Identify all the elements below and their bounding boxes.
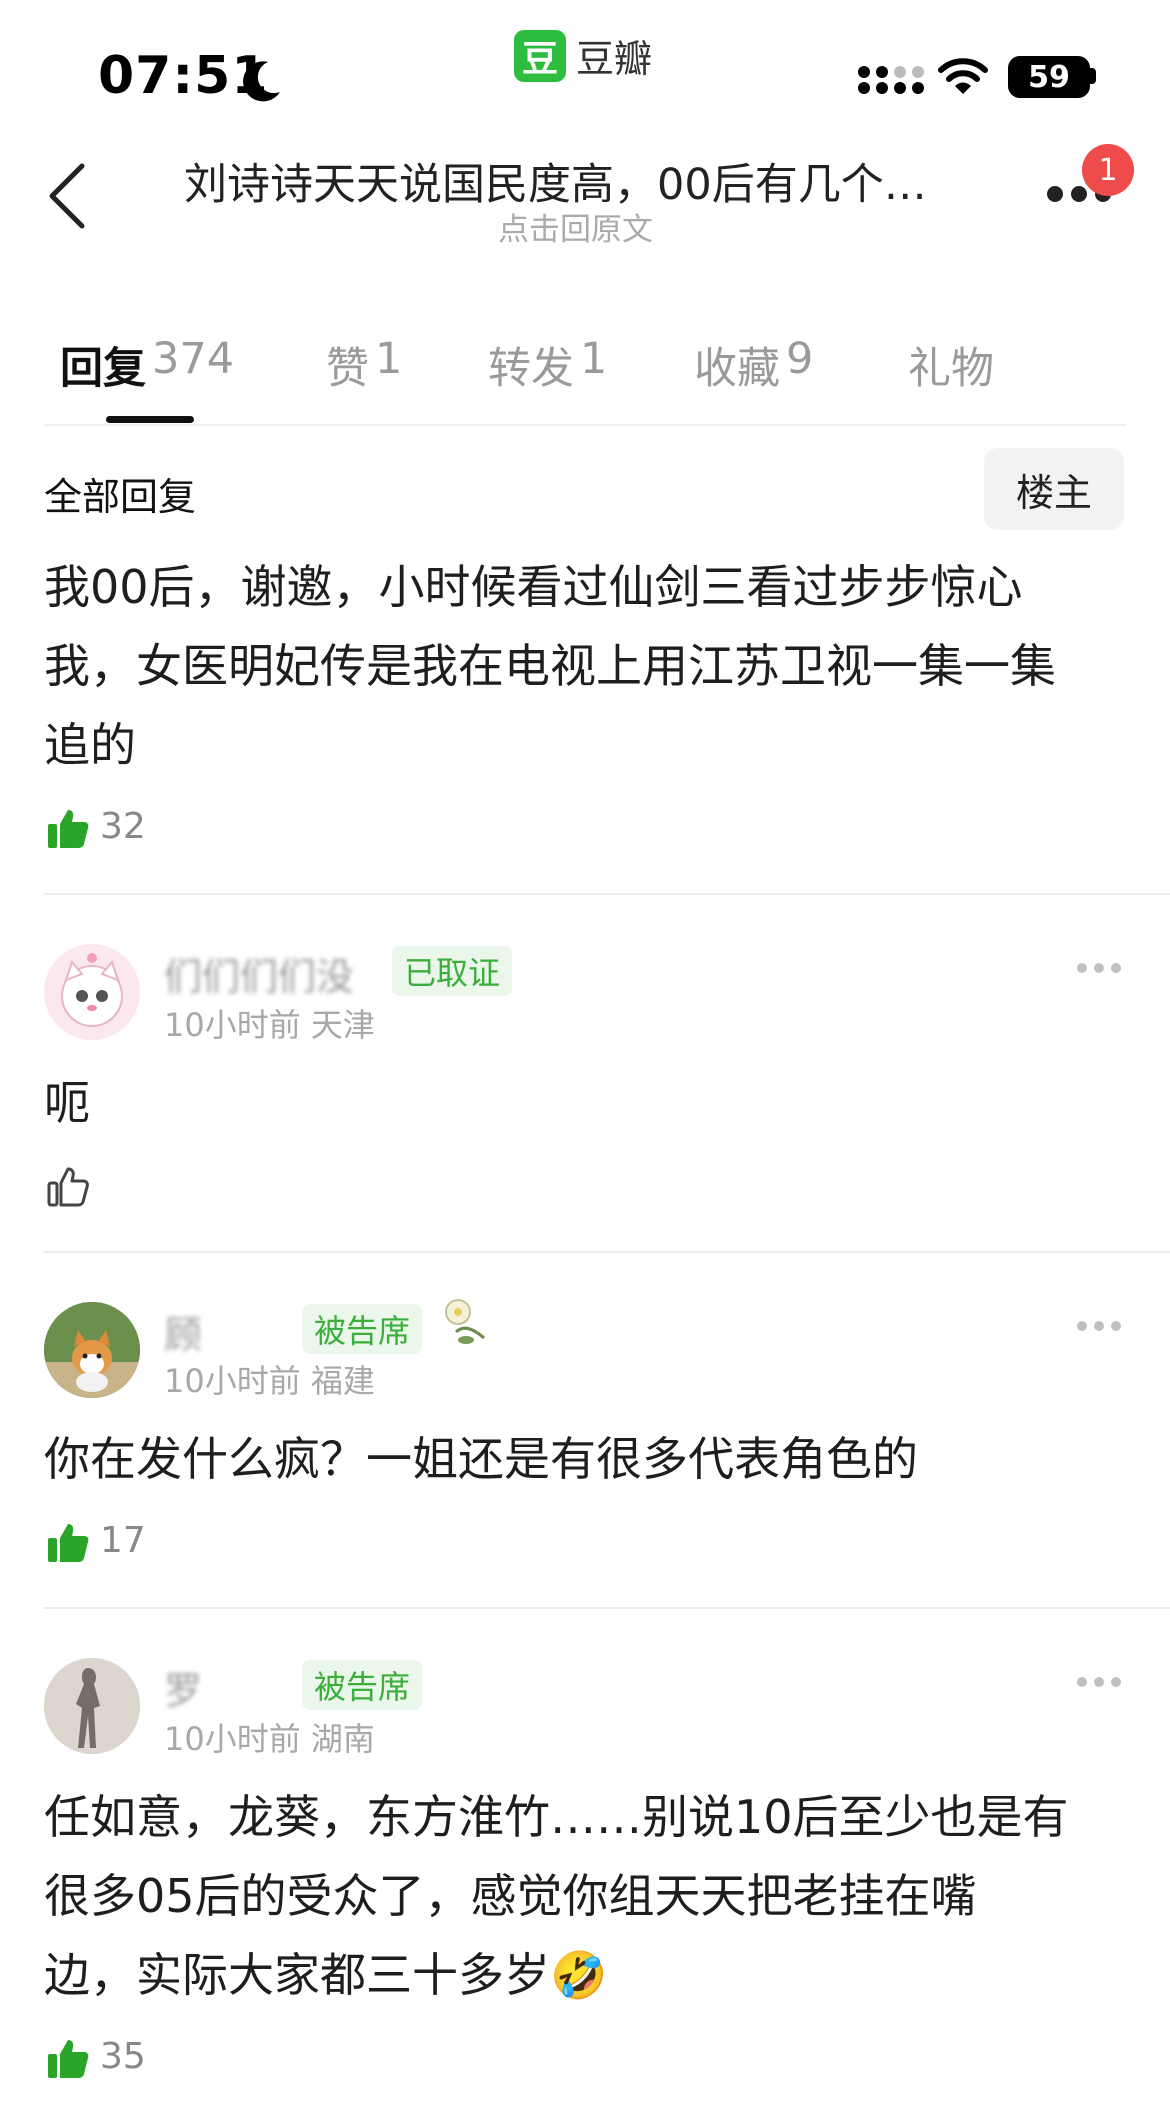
post-title[interactable]: 刘诗诗天天说国民度高，00后有几个…	[184, 150, 984, 212]
comment-location: 福建	[310, 1362, 375, 1400]
tab-count: 9	[786, 334, 814, 384]
more-options-icon[interactable]	[1076, 1676, 1122, 1688]
avatar[interactable]	[44, 1658, 140, 1754]
comment-text-line: 边，实际大家都三十多岁🤣	[44, 1948, 608, 2002]
tab-label: 收藏	[694, 344, 780, 394]
tab-count: 374	[152, 334, 235, 384]
tab-gifts[interactable]: 礼物	[908, 334, 994, 396]
user-badge[interactable]: 被告席	[302, 1304, 423, 1354]
cellular-signal-icon	[858, 66, 924, 94]
tab-label: 转发	[488, 344, 574, 394]
like-count: 35	[100, 2036, 146, 2077]
back-to-original-link[interactable]: 点击回原文	[498, 204, 653, 249]
divider	[44, 424, 1126, 426]
comment-text-line: 我，女医明妃传是我在电视上用江苏卫视一集一集	[44, 639, 1056, 693]
more-options-icon[interactable]	[1076, 962, 1122, 974]
notification-badge: 1	[1082, 144, 1134, 196]
app-indicator[interactable]: 豆 豆瓣	[514, 28, 652, 83]
like-count: 17	[100, 1520, 146, 1561]
comment-text-line: 任如意，龙葵，东方淮竹……别说10后至少也是有	[44, 1790, 1069, 1844]
comment-time: 10小时前	[164, 1362, 301, 1400]
tab-reposts[interactable]: 转发 1	[488, 334, 607, 396]
tab-count: 1	[375, 334, 403, 384]
like-filled-icon[interactable]	[46, 806, 90, 850]
comment-meta: 10小时前 湖南	[164, 1714, 375, 1760]
op-only-button[interactable]: 楼主	[984, 448, 1124, 530]
user-name[interactable]: 罗	[164, 1660, 202, 1715]
tab-label: 回复	[60, 344, 146, 394]
douban-logo-icon: 豆	[514, 29, 566, 82]
comment-meta: 10小时前 福建	[164, 1356, 375, 1402]
divider	[44, 1251, 1170, 1253]
comment-text-line: 我00后，谢邀，小时候看过仙剑三看过步步惊心	[44, 560, 1023, 614]
moon-icon	[243, 61, 280, 102]
all-replies-label[interactable]: 全部回复	[44, 466, 196, 521]
user-badge[interactable]: 被告席	[302, 1660, 423, 1710]
tab-collections[interactable]: 收藏 9	[694, 334, 813, 396]
like-filled-icon[interactable]	[46, 2036, 90, 2080]
comment-meta: 10小时前 天津	[164, 1000, 375, 1046]
comment-text-line: 你在发什么疯？一姐还是有很多代表角色的	[44, 1432, 918, 1486]
tab-count: 1	[580, 334, 608, 384]
like-filled-icon[interactable]	[46, 1520, 90, 1564]
comment-location: 天津	[310, 1006, 375, 1044]
battery-indicator: 59	[1008, 56, 1090, 98]
comment-location: 湖南	[310, 1720, 375, 1758]
avatar[interactable]	[44, 1302, 140, 1398]
comment-text-line: 呃	[44, 1076, 90, 1130]
user-name[interactable]: 顾	[164, 1304, 202, 1359]
back-arrow-icon[interactable]	[44, 160, 88, 232]
comment-time: 10小时前	[164, 1720, 301, 1758]
avatar[interactable]	[44, 944, 140, 1040]
divider	[44, 893, 1170, 895]
tab-replies[interactable]: 回复 374	[60, 334, 234, 396]
comment-time: 10小时前	[164, 1006, 301, 1044]
active-tab-indicator	[106, 416, 194, 423]
comment-text-line: 追的	[44, 718, 136, 772]
like-count: 32	[100, 806, 146, 847]
flower-decoration-icon	[445, 1299, 485, 1344]
divider	[44, 1607, 1170, 1609]
tab-likes[interactable]: 赞1	[326, 334, 402, 396]
tab-label: 赞	[326, 344, 369, 394]
battery-tip	[1090, 68, 1096, 84]
wifi-icon	[938, 58, 988, 94]
user-name[interactable]: 们们们们没	[164, 946, 354, 1001]
user-badge[interactable]: 已取证	[392, 946, 513, 996]
app-name: 豆瓣	[576, 37, 653, 81]
tab-label: 礼物	[908, 344, 994, 394]
more-options-icon[interactable]	[1076, 1320, 1122, 1332]
comment-text-line: 很多05后的受众了，感觉你组天天把老挂在嘴	[44, 1869, 977, 1923]
like-outline-icon[interactable]	[46, 1164, 90, 1208]
